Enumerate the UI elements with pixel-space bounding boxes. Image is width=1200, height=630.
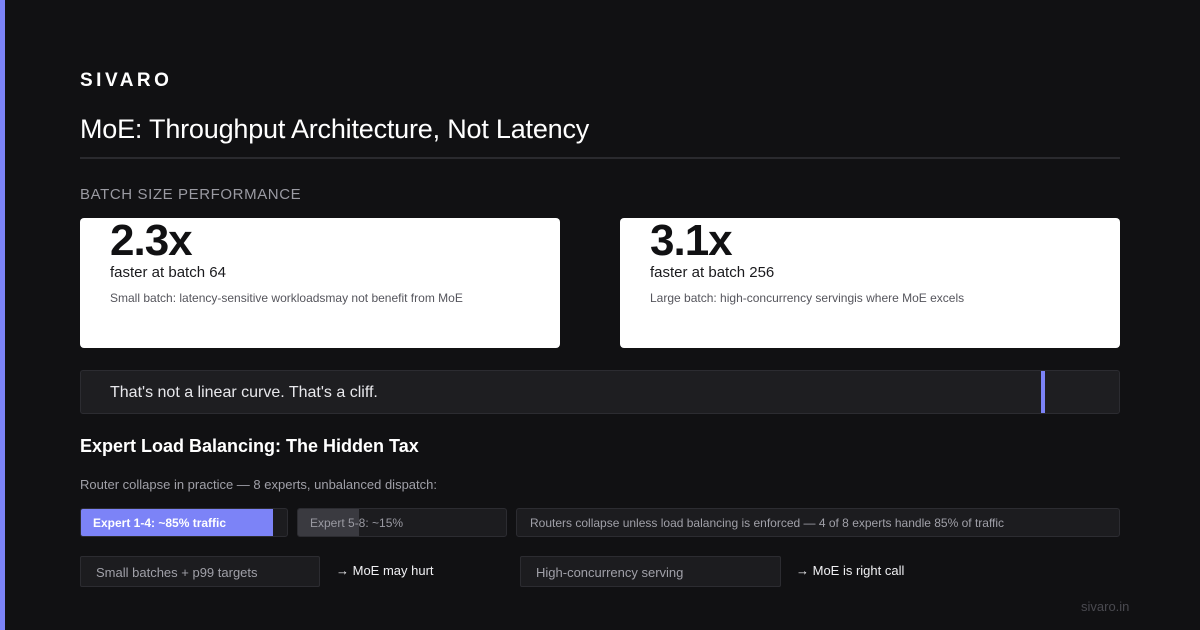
stat-value: 2.3x [110,218,193,265]
title-divider [80,157,1120,159]
stat-value: 3.1x [650,218,733,265]
stat-note: Large batch: high-concurrency servingis … [650,291,965,305]
condition-text: High-concurrency serving [536,565,684,580]
brand-logo: SIVARO [80,70,173,91]
footer-url: sivaro.in [1081,599,1130,614]
expert-bar-1-4: Expert 1-4: ~85% traffic [80,508,288,537]
stat-card-batch-64: 2.3x faster at batch 64 Small batch: lat… [80,218,560,348]
section-label: BATCH SIZE PERFORMANCE [80,186,302,203]
stat-note: Small batch: latency-sensitive workloads… [110,291,463,305]
expert-bar-label: Expert 5-8: ~15% [310,516,404,530]
stat-subtitle: faster at batch 256 [650,264,775,281]
condition-pill-high-concurrency: High-concurrency serving [520,556,781,587]
stat-subtitle: faster at batch 64 [110,264,226,281]
verdict-high-concurrency: → MoE is right call [796,563,905,578]
load-balancing-description: Router collapse in practice — 8 experts,… [80,477,437,492]
condition-pill-small-batch: Small batches + p99 targets [80,556,320,587]
stat-card-batch-256: 3.1x faster at batch 256 Large batch: hi… [620,218,1120,348]
expert-bar-5-8: Expert 5-8: ~15% [297,508,507,537]
condition-text: Small batches + p99 targets [96,565,258,580]
router-note-text: Routers collapse unless load balancing i… [530,516,1005,530]
callout-box: That's not a linear curve. That's a clif… [80,370,1120,414]
load-balancing-heading: Expert Load Balancing: The Hidden Tax [80,436,419,456]
router-note: Routers collapse unless load balancing i… [516,508,1120,537]
callout-text: That's not a linear curve. That's a clif… [110,384,378,401]
page-title: MoE: Throughput Architecture, Not Latenc… [80,114,590,144]
expert-bar-label: Expert 1-4: ~85% traffic [93,516,227,530]
accent-bar [0,0,5,630]
verdict-small-batch: → MoE may hurt [336,563,434,578]
callout-marker [1041,371,1045,413]
